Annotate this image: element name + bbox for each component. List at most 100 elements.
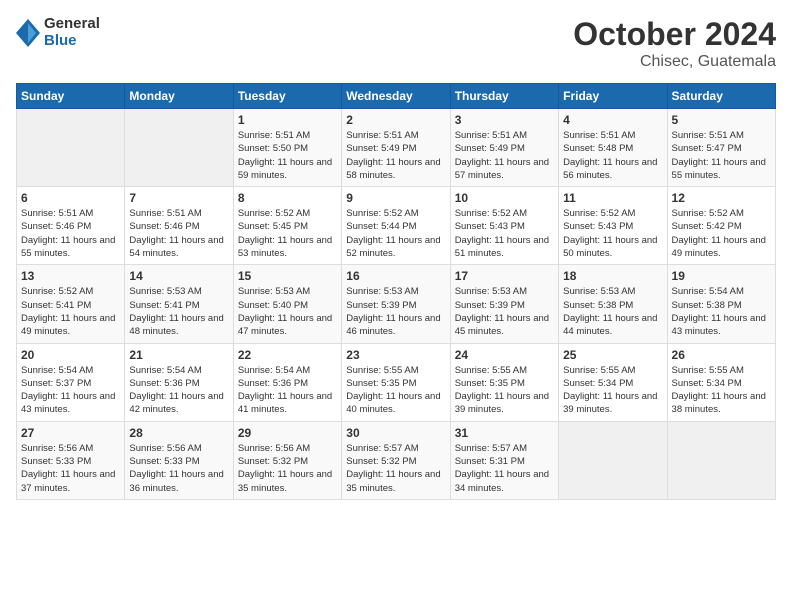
day-number: 23: [346, 348, 445, 362]
calendar-cell: 8 Sunrise: 5:52 AM Sunset: 5:45 PM Daylig…: [233, 187, 341, 265]
logo-text: General Blue: [44, 16, 100, 49]
logo-icon: [16, 19, 40, 47]
day-info: Sunrise: 5:52 AM Sunset: 5:44 PM Dayligh…: [346, 207, 445, 260]
day-info: Sunrise: 5:54 AM Sunset: 5:37 PM Dayligh…: [21, 364, 120, 417]
calendar-week-row: 6Sunrise: 5:51 AM Sunset: 5:46 PM Daylig…: [17, 187, 776, 265]
calendar-cell: 26 Sunrise: 5:55 AM Sunset: 5:34 PM Dayli…: [667, 343, 775, 421]
calendar-cell: 25 Sunrise: 5:55 AM Sunset: 5:34 PM Dayli…: [559, 343, 667, 421]
calendar-cell: 12 Sunrise: 5:52 AM Sunset: 5:42 PM Dayli…: [667, 187, 775, 265]
weekday-header-wednesday: Wednesday: [342, 84, 450, 109]
calendar-week-row: 27 Sunrise: 5:56 AM Sunset: 5:33 PM Dayli…: [17, 421, 776, 499]
day-number: 18: [563, 269, 662, 283]
day-info: Sunrise: 5:54 AM Sunset: 5:38 PM Dayligh…: [672, 285, 771, 338]
day-number: 2: [346, 113, 445, 127]
calendar-cell: 17 Sunrise: 5:53 AM Sunset: 5:39 PM Dayli…: [450, 265, 558, 343]
day-number: 7: [129, 191, 228, 205]
calendar-cell: 21 Sunrise: 5:54 AM Sunset: 5:36 PM Dayli…: [125, 343, 233, 421]
calendar-cell: 29 Sunrise: 5:56 AM Sunset: 5:32 PM Dayli…: [233, 421, 341, 499]
day-number: 6: [21, 191, 120, 205]
day-info: Sunrise: 5:52 AM Sunset: 5:43 PM Dayligh…: [563, 207, 662, 260]
day-info: Sunrise: 5:56 AM Sunset: 5:32 PM Dayligh…: [238, 442, 337, 495]
weekday-header-thursday: Thursday: [450, 84, 558, 109]
weekday-header-sunday: Sunday: [17, 84, 125, 109]
weekday-header-tuesday: Tuesday: [233, 84, 341, 109]
weekday-header-monday: Monday: [125, 84, 233, 109]
day-info: Sunrise: 5:55 AM Sunset: 5:34 PM Dayligh…: [563, 364, 662, 417]
day-number: 12: [672, 191, 771, 205]
calendar-table: SundayMondayTuesdayWednesdayThursdayFrid…: [16, 83, 776, 500]
calendar-cell: 18 Sunrise: 5:53 AM Sunset: 5:38 PM Dayli…: [559, 265, 667, 343]
day-info: Sunrise: 5:53 AM Sunset: 5:41 PM Dayligh…: [129, 285, 228, 338]
day-number: 10: [455, 191, 554, 205]
day-info: Sunrise: 5:51 AM Sunset: 5:48 PM Dayligh…: [563, 129, 662, 182]
day-number: 24: [455, 348, 554, 362]
calendar-cell: 6Sunrise: 5:51 AM Sunset: 5:46 PM Daylig…: [17, 187, 125, 265]
day-info: Sunrise: 5:51 AM Sunset: 5:49 PM Dayligh…: [346, 129, 445, 182]
calendar-week-row: 13 Sunrise: 5:52 AM Sunset: 5:41 PM Dayli…: [17, 265, 776, 343]
day-info: Sunrise: 5:54 AM Sunset: 5:36 PM Dayligh…: [238, 364, 337, 417]
day-number: 5: [672, 113, 771, 127]
day-number: 29: [238, 426, 337, 440]
day-number: 16: [346, 269, 445, 283]
calendar-cell: 9Sunrise: 5:52 AM Sunset: 5:44 PM Daylig…: [342, 187, 450, 265]
day-number: 8: [238, 191, 337, 205]
weekday-header-friday: Friday: [559, 84, 667, 109]
day-info: Sunrise: 5:53 AM Sunset: 5:39 PM Dayligh…: [455, 285, 554, 338]
day-number: 1: [238, 113, 337, 127]
calendar-cell: 28Sunrise: 5:56 AM Sunset: 5:33 PM Dayli…: [125, 421, 233, 499]
day-number: 17: [455, 269, 554, 283]
day-info: Sunrise: 5:57 AM Sunset: 5:32 PM Dayligh…: [346, 442, 445, 495]
day-number: 3: [455, 113, 554, 127]
day-info: Sunrise: 5:54 AM Sunset: 5:36 PM Dayligh…: [129, 364, 228, 417]
day-number: 4: [563, 113, 662, 127]
day-info: Sunrise: 5:57 AM Sunset: 5:31 PM Dayligh…: [455, 442, 554, 495]
day-number: 27: [21, 426, 120, 440]
day-info: Sunrise: 5:56 AM Sunset: 5:33 PM Dayligh…: [21, 442, 120, 495]
calendar-week-row: 20 Sunrise: 5:54 AM Sunset: 5:37 PM Dayli…: [17, 343, 776, 421]
day-info: Sunrise: 5:52 AM Sunset: 5:45 PM Dayligh…: [238, 207, 337, 260]
title-block: October 2024 Chisec, Guatemala: [573, 16, 776, 71]
day-info: Sunrise: 5:56 AM Sunset: 5:33 PM Dayligh…: [129, 442, 228, 495]
calendar-header-row: SundayMondayTuesdayWednesdayThursdayFrid…: [17, 84, 776, 109]
day-number: 20: [21, 348, 120, 362]
month-year-title: October 2024: [573, 16, 776, 53]
calendar-cell: 11Sunrise: 5:52 AM Sunset: 5:43 PM Dayli…: [559, 187, 667, 265]
calendar-cell: 20 Sunrise: 5:54 AM Sunset: 5:37 PM Dayli…: [17, 343, 125, 421]
day-info: Sunrise: 5:55 AM Sunset: 5:34 PM Dayligh…: [672, 364, 771, 417]
day-info: Sunrise: 5:52 AM Sunset: 5:41 PM Dayligh…: [21, 285, 120, 338]
calendar-cell: 19Sunrise: 5:54 AM Sunset: 5:38 PM Dayli…: [667, 265, 775, 343]
calendar-cell: 22 Sunrise: 5:54 AM Sunset: 5:36 PM Dayli…: [233, 343, 341, 421]
calendar-cell: [17, 109, 125, 187]
calendar-cell: 30 Sunrise: 5:57 AM Sunset: 5:32 PM Dayli…: [342, 421, 450, 499]
weekday-header-saturday: Saturday: [667, 84, 775, 109]
day-info: Sunrise: 5:53 AM Sunset: 5:38 PM Dayligh…: [563, 285, 662, 338]
day-number: 30: [346, 426, 445, 440]
calendar-cell: 10Sunrise: 5:52 AM Sunset: 5:43 PM Dayli…: [450, 187, 558, 265]
calendar-cell: 24Sunrise: 5:55 AM Sunset: 5:35 PM Dayli…: [450, 343, 558, 421]
day-number: 26: [672, 348, 771, 362]
day-number: 25: [563, 348, 662, 362]
day-info: Sunrise: 5:52 AM Sunset: 5:42 PM Dayligh…: [672, 207, 771, 260]
day-info: Sunrise: 5:53 AM Sunset: 5:40 PM Dayligh…: [238, 285, 337, 338]
calendar-cell: 1Sunrise: 5:51 AM Sunset: 5:50 PM Daylig…: [233, 109, 341, 187]
calendar-cell: 13 Sunrise: 5:52 AM Sunset: 5:41 PM Dayli…: [17, 265, 125, 343]
calendar-cell: [125, 109, 233, 187]
logo-general-text: General: [44, 16, 100, 33]
calendar-cell: 3Sunrise: 5:51 AM Sunset: 5:49 PM Daylig…: [450, 109, 558, 187]
day-info: Sunrise: 5:55 AM Sunset: 5:35 PM Dayligh…: [346, 364, 445, 417]
logo-blue-text: Blue: [44, 33, 100, 50]
day-number: 21: [129, 348, 228, 362]
calendar-cell: 16Sunrise: 5:53 AM Sunset: 5:39 PM Dayli…: [342, 265, 450, 343]
logo: General Blue: [16, 16, 100, 49]
calendar-cell: 4 Sunrise: 5:51 AM Sunset: 5:48 PM Daylig…: [559, 109, 667, 187]
day-number: 22: [238, 348, 337, 362]
calendar-cell: 2 Sunrise: 5:51 AM Sunset: 5:49 PM Daylig…: [342, 109, 450, 187]
calendar-cell: 31 Sunrise: 5:57 AM Sunset: 5:31 PM Dayli…: [450, 421, 558, 499]
calendar-cell: 5Sunrise: 5:51 AM Sunset: 5:47 PM Daylig…: [667, 109, 775, 187]
day-number: 14: [129, 269, 228, 283]
day-number: 31: [455, 426, 554, 440]
day-number: 15: [238, 269, 337, 283]
calendar-cell: 27 Sunrise: 5:56 AM Sunset: 5:33 PM Dayli…: [17, 421, 125, 499]
day-number: 13: [21, 269, 120, 283]
calendar-cell: [559, 421, 667, 499]
